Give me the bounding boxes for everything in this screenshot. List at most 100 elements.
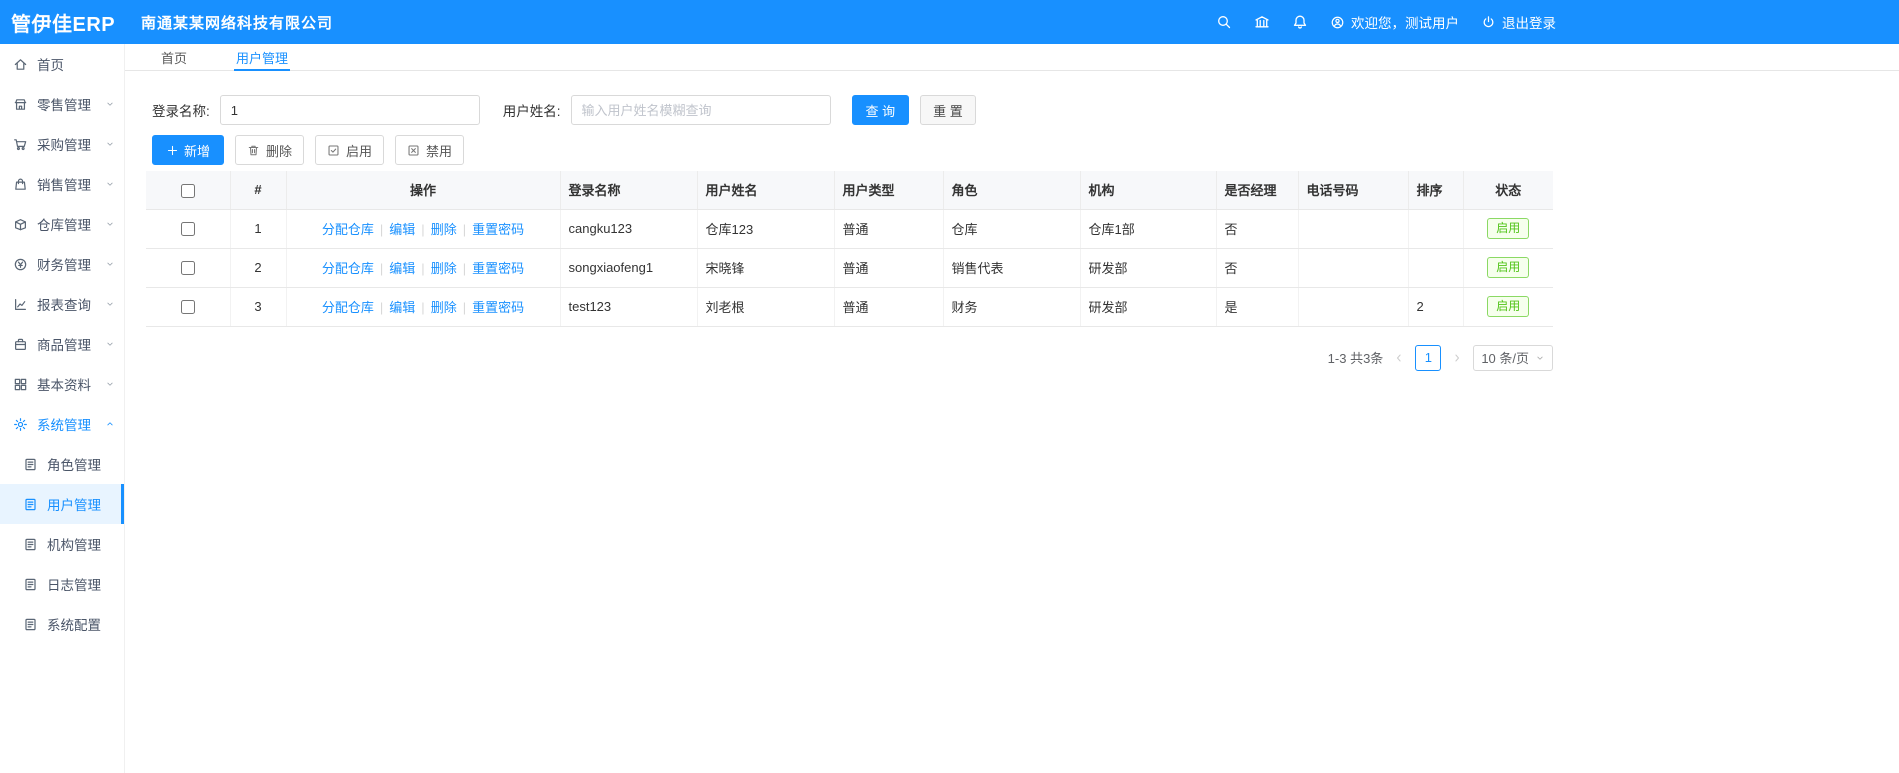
search-button[interactable] bbox=[1216, 14, 1232, 30]
row-actions: 分配仓库 | 编辑 | 删除 | 重置密码 bbox=[286, 248, 561, 288]
row-checkbox[interactable] bbox=[180, 261, 195, 276]
logout-label: 退出登录 bbox=[1502, 16, 1556, 31]
sidebar-item-finance[interactable]: 财务管理 bbox=[0, 244, 124, 284]
plus-icon bbox=[166, 144, 179, 157]
sidebar-item-goods[interactable]: 商品管理 bbox=[0, 324, 124, 364]
sidebar-item-role-mgmt[interactable]: 角色管理 bbox=[0, 444, 124, 484]
home-button[interactable] bbox=[1254, 14, 1270, 30]
query-button[interactable]: 查 询 bbox=[851, 95, 910, 125]
document-icon bbox=[23, 497, 38, 512]
sidebar-item-basic-data[interactable]: 基本资料 bbox=[0, 364, 124, 404]
status-badge: 启用 bbox=[1487, 256, 1530, 279]
topbar: 管伊佳ERP 南通某某网络科技有限公司 欢迎您，测试用户 退出登录 bbox=[0, 0, 1899, 44]
topbar-actions: 欢迎您，测试用户 退出登录 bbox=[1216, 12, 1556, 32]
home-icon bbox=[13, 57, 28, 72]
select-all-checkbox[interactable] bbox=[180, 183, 195, 198]
delete-link[interactable]: 删除 bbox=[431, 261, 457, 276]
edit-link[interactable]: 编辑 bbox=[389, 261, 415, 276]
table-row: 3 分配仓库 | 编辑 | 删除 | 重置密码 test123 刘老根 普通 财务 研发部 … bbox=[146, 287, 1553, 327]
sidebar-item-label: 日志管理 bbox=[47, 578, 101, 593]
sidebar-item-label: 机构管理 bbox=[47, 538, 101, 553]
action-separator: | bbox=[462, 222, 467, 237]
grid-icon bbox=[13, 377, 28, 392]
next-page-icon[interactable] bbox=[1451, 352, 1463, 364]
reset-password-link[interactable]: 重置密码 bbox=[472, 261, 524, 276]
home-icon bbox=[1254, 14, 1270, 30]
sidebar-item-label: 用户管理 bbox=[47, 498, 101, 513]
status-badge: 启用 bbox=[1487, 295, 1530, 318]
assign-warehouse-link[interactable]: 分配仓库 bbox=[322, 222, 374, 237]
cell-org: 仓库1部 bbox=[1080, 209, 1217, 249]
sidebar-item-label: 系统配置 bbox=[47, 618, 101, 633]
enable-button-label: 启用 bbox=[346, 143, 373, 159]
notifications-button[interactable] bbox=[1292, 14, 1308, 30]
cell-user-type: 普通 bbox=[834, 248, 944, 288]
row-actions: 分配仓库 | 编辑 | 删除 | 重置密码 bbox=[286, 287, 561, 327]
delete-button[interactable]: 删除 bbox=[235, 135, 305, 165]
logout-icon bbox=[1481, 15, 1496, 30]
col-status: 状态 bbox=[1463, 171, 1553, 210]
cell-user-name: 仓库123 bbox=[697, 209, 835, 249]
add-button-label: 新增 bbox=[184, 143, 211, 159]
col-action: 操作 bbox=[286, 171, 561, 210]
assign-warehouse-link[interactable]: 分配仓库 bbox=[322, 261, 374, 276]
col-role: 角色 bbox=[943, 171, 1081, 210]
table-row: 2 分配仓库 | 编辑 | 删除 | 重置密码 songxiaofeng1 宋晓锋 普通 销… bbox=[146, 248, 1553, 288]
reset-password-link[interactable]: 重置密码 bbox=[472, 300, 524, 315]
prev-page-icon[interactable] bbox=[1393, 352, 1405, 364]
delete-link[interactable]: 删除 bbox=[431, 300, 457, 315]
sidebar-item-retail[interactable]: 零售管理 bbox=[0, 84, 124, 124]
main-content: 首页 用户管理 登录名称: 用户姓名: 查 询 重 置 新增 删除 启用 禁用 bbox=[125, 44, 1899, 773]
sidebar-item-label: 财务管理 bbox=[37, 258, 91, 273]
chevron-down-icon bbox=[105, 139, 115, 149]
logout-button[interactable]: 退出登录 bbox=[1481, 12, 1556, 32]
cell-role: 仓库 bbox=[943, 209, 1081, 249]
sidebar-item-label: 角色管理 bbox=[47, 458, 101, 473]
enable-button[interactable]: 启用 bbox=[315, 135, 385, 165]
sidebar-item-system[interactable]: 系统管理 bbox=[0, 404, 124, 444]
action-separator: | bbox=[421, 261, 425, 276]
row-checkbox[interactable] bbox=[180, 222, 195, 237]
sidebar-item-home[interactable]: 首页 bbox=[0, 44, 124, 84]
row-actions: 分配仓库 | 编辑 | 删除 | 重置密码 bbox=[286, 209, 561, 249]
cell-user-type: 普通 bbox=[834, 209, 944, 249]
sidebar-item-label: 零售管理 bbox=[37, 98, 91, 113]
cell-login-name: test123 bbox=[560, 287, 698, 327]
reset-button[interactable]: 重 置 bbox=[920, 95, 976, 125]
app-logo[interactable]: 管伊佳ERP bbox=[0, 8, 125, 37]
col-manager: 是否经理 bbox=[1216, 171, 1299, 210]
page-number-button[interactable]: 1 bbox=[1415, 344, 1442, 371]
sidebar-item-org-mgmt[interactable]: 机构管理 bbox=[0, 524, 124, 564]
welcome-user[interactable]: 欢迎您，测试用户 bbox=[1330, 12, 1459, 32]
sidebar-item-sys-config[interactable]: 系统配置 bbox=[0, 604, 124, 644]
reset-password-link[interactable]: 重置密码 bbox=[472, 222, 524, 237]
col-sort: 排序 bbox=[1408, 171, 1464, 210]
user-name-input[interactable] bbox=[570, 95, 831, 125]
action-separator: | bbox=[379, 300, 384, 315]
page-size-select[interactable]: 10 条/页 bbox=[1473, 344, 1553, 371]
sidebar-item-log-mgmt[interactable]: 日志管理 bbox=[0, 564, 124, 604]
action-separator: | bbox=[421, 300, 425, 315]
cell-manager: 否 bbox=[1216, 209, 1299, 249]
chevron-down-icon bbox=[105, 379, 115, 389]
tab-user-mgmt[interactable]: 用户管理 bbox=[234, 44, 291, 71]
assign-warehouse-link[interactable]: 分配仓库 bbox=[322, 300, 374, 315]
disable-button[interactable]: 禁用 bbox=[395, 135, 465, 165]
edit-link[interactable]: 编辑 bbox=[389, 222, 415, 237]
login-name-input[interactable] bbox=[219, 95, 480, 125]
sidebar-item-warehouse[interactable]: 仓库管理 bbox=[0, 204, 124, 244]
sidebar-item-sales[interactable]: 销售管理 bbox=[0, 164, 124, 204]
pagination: 1-3 共3条 1 10 条/页 bbox=[146, 344, 1553, 371]
tab-home[interactable]: 首页 bbox=[161, 44, 187, 70]
delete-link[interactable]: 删除 bbox=[431, 222, 457, 237]
edit-link[interactable]: 编辑 bbox=[389, 300, 415, 315]
col-login-name: 登录名称 bbox=[560, 171, 698, 210]
row-checkbox[interactable] bbox=[180, 300, 195, 315]
delete-button-label: 删除 bbox=[266, 143, 293, 159]
sidebar-item-purchase[interactable]: 采购管理 bbox=[0, 124, 124, 164]
sidebar-item-reports[interactable]: 报表查询 bbox=[0, 284, 124, 324]
action-separator: | bbox=[462, 261, 467, 276]
add-button[interactable]: 新增 bbox=[152, 135, 225, 165]
cell-user-name: 宋晓锋 bbox=[697, 248, 835, 288]
sidebar-item-user-mgmt[interactable]: 用户管理 bbox=[0, 484, 124, 524]
